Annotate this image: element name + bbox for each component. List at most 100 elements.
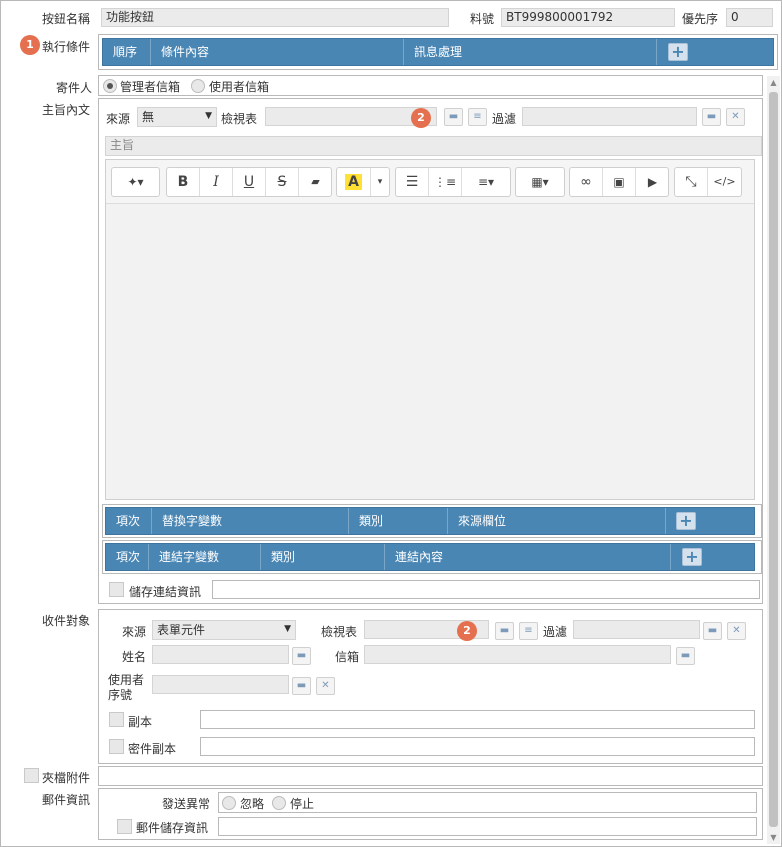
italic-button[interactable]: I [200,168,233,196]
replace-var-header: 項次 替換字變數 類別 來源欄位 + [105,507,755,535]
cc-label: 副本 [128,715,153,729]
exec-condition-label: 執行條件 [42,40,91,54]
attachment-checkbox[interactable] [24,768,39,783]
col-index: 項次 [106,544,149,570]
clear-icon[interactable]: ✕ [727,622,746,640]
attachment-label: 夾檔附件 [42,771,91,785]
mailbox-field[interactable] [364,645,671,664]
magic-wand-icon[interactable]: ✦▾ [112,168,159,196]
recipient-filter-label: 過濾 [543,625,568,639]
recipient-filter-field[interactable] [573,620,700,639]
list-icon[interactable]: ≡ [519,622,538,640]
sender-admin-label: 管理者信箱 [120,80,181,94]
underline-button[interactable]: U [233,168,266,196]
add-condition-button[interactable]: + [668,43,688,61]
chevron-down-icon: ▼ [284,624,291,634]
sender-user-radio[interactable] [191,79,205,93]
image-icon[interactable]: ▣ [603,168,636,196]
add-replace-var-button[interactable]: + [676,512,696,530]
chevron-down-icon: ▼ [205,111,212,121]
send-error-label: 發送異常 [162,797,211,811]
body-filter-field[interactable] [522,107,697,126]
bullet-list-icon[interactable]: ☰ [396,168,429,196]
button-name-field[interactable]: 功能按鈕 [101,8,449,27]
subject-input[interactable]: 主旨 [105,136,762,156]
mailbox-label: 信箱 [335,650,360,664]
clear-icon[interactable]: ✕ [726,108,745,126]
strikethrough-button[interactable]: S [266,168,299,196]
user-id-field[interactable] [152,675,289,694]
list-icon[interactable]: ≡ [468,108,487,126]
align-icon[interactable]: ≡▾ [462,168,510,196]
sender-admin-radio[interactable] [103,79,117,93]
recipient-source-value: 表單元件 [157,623,206,637]
cc-input[interactable] [200,710,755,729]
body-label: 主旨內文 [42,103,91,117]
col-replace-var: 替換字變數 [152,508,349,534]
numbered-list-icon[interactable]: ⋮≡ [429,168,462,196]
col-index: 項次 [106,508,152,534]
priority-field[interactable]: 0 [726,8,773,27]
item-no-field[interactable]: BT999800001792 [501,8,675,27]
code-view-icon[interactable]: </> [708,168,741,196]
save-link-checkbox[interactable] [109,582,124,597]
folder-open-icon[interactable]: ▬ [444,108,463,126]
folder-open-icon[interactable]: ▬ [292,647,311,665]
link-var-header: 項次 連結字變數 類別 連結內容 + [105,543,755,571]
save-mail-input[interactable] [218,817,757,836]
add-link-var-button[interactable]: + [682,548,702,566]
folder-open-icon[interactable]: ▬ [676,647,695,665]
folder-open-icon[interactable]: ▬ [703,622,722,640]
col-order: 順序 [103,39,151,65]
item-no-label: 料號 [470,12,495,26]
scrollbar-thumb[interactable] [769,92,778,827]
save-link-input[interactable] [212,580,760,599]
col-type: 類別 [261,544,385,570]
link-icon[interactable]: ∞ [570,168,603,196]
clear-icon[interactable]: ✕ [316,677,335,695]
sender-label: 寄件人 [56,81,93,95]
scroll-up-icon[interactable]: ▲ [767,76,780,89]
body-view-label: 檢視表 [221,112,258,126]
recipient-source-label: 來源 [122,625,147,639]
bold-button[interactable]: B [167,168,200,196]
recipient-source-select[interactable]: 表單元件 ▼ [152,620,296,640]
toolbar-group-color: A ▾ [336,167,390,197]
attachment-input[interactable] [98,766,763,786]
bcc-input[interactable] [200,737,755,756]
step-badge-2: 2 [411,108,431,128]
toolbar-group-style: ✦▾ [111,167,160,197]
folder-open-icon[interactable]: ▬ [495,622,514,640]
video-icon[interactable]: ▶ [636,168,669,196]
step-badge-1: 1 [20,35,40,55]
body-source-select[interactable]: 無 ▼ [137,107,217,127]
table-icon[interactable]: ▦▾ [516,168,564,196]
col-source-field: 來源欄位 [448,508,666,534]
cc-checkbox[interactable] [109,712,124,727]
toolbar-group-insert: ∞ ▣ ▶ [569,167,669,197]
save-mail-label: 郵件儲存資訊 [136,821,209,835]
recipient-view-label: 檢視表 [321,625,358,639]
stop-label: 停止 [290,797,315,811]
sender-panel: 管理者信箱 使用者信箱 [98,75,763,96]
editor-toolbar: ✦▾ B I U S ▰ A ▾ ☰ ⋮≡ ≡▾ ▦▾ ∞ ▣ ▶ ⤡ </> [106,160,754,204]
folder-open-icon[interactable]: ▬ [702,108,721,126]
link-var-panel: 項次 連結字變數 類別 連結內容 + [102,540,762,574]
save-mail-checkbox[interactable] [117,819,132,834]
toolbar-group-table: ▦▾ [515,167,565,197]
bcc-checkbox[interactable] [109,739,124,754]
vertical-scrollbar[interactable]: ▲ ▼ [767,76,780,844]
fullscreen-icon[interactable]: ⤡ [675,168,708,196]
scroll-down-icon[interactable]: ▼ [767,831,780,844]
stop-radio[interactable] [272,796,286,810]
save-link-label: 儲存連結資訊 [129,585,202,599]
name-field[interactable] [152,645,289,664]
toolbar-group-font: B I U S ▰ [166,167,332,197]
highlight-color-button[interactable]: A [337,168,371,196]
ignore-radio[interactable] [222,796,236,810]
folder-open-icon[interactable]: ▬ [292,677,311,695]
eraser-icon[interactable]: ▰ [299,168,332,196]
chevron-down-icon[interactable]: ▾ [371,168,389,196]
body-filter-label: 過濾 [492,112,517,126]
rich-text-editor[interactable]: ✦▾ B I U S ▰ A ▾ ☰ ⋮≡ ≡▾ ▦▾ ∞ ▣ ▶ ⤡ </> [105,159,755,500]
